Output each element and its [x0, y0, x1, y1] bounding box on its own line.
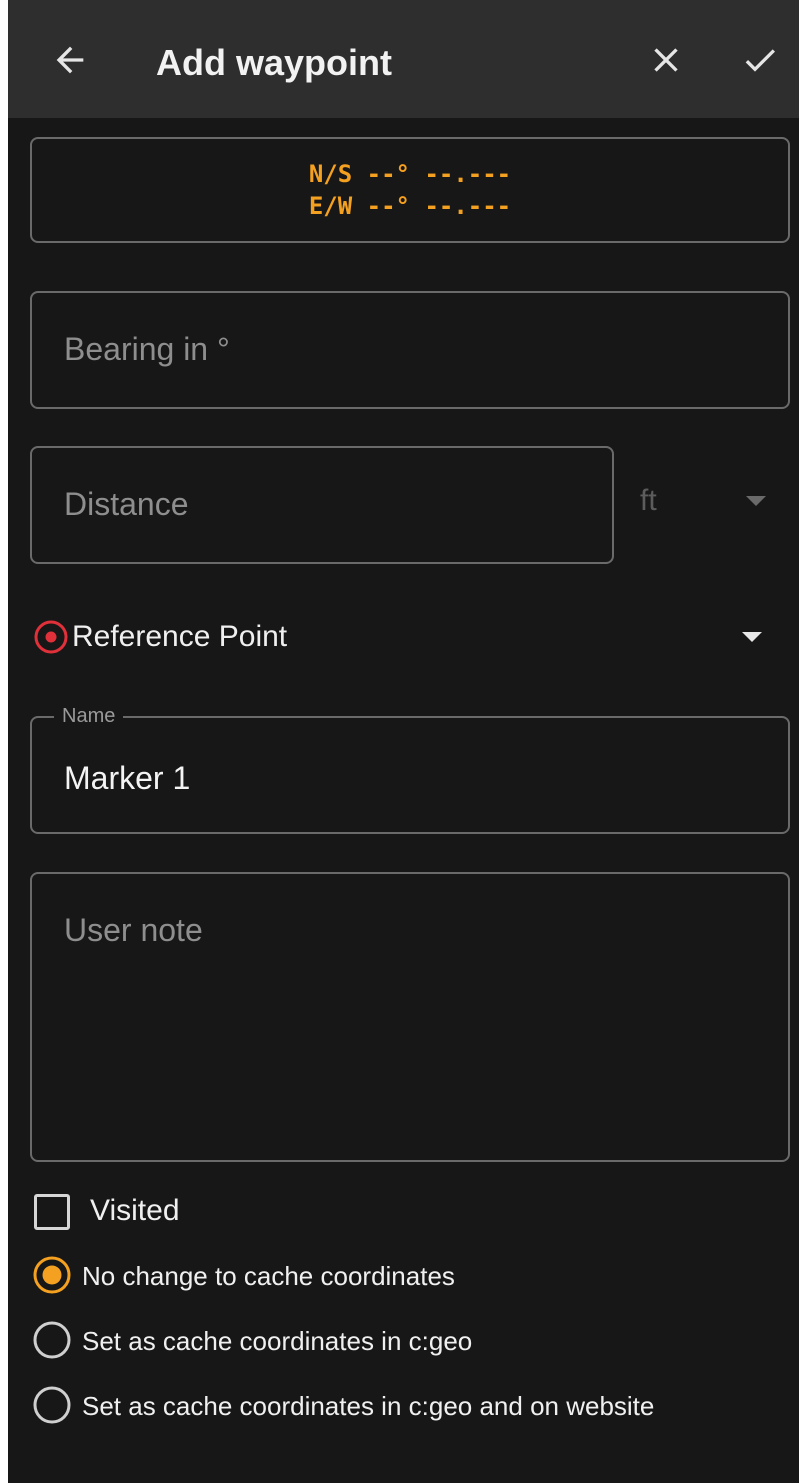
arrow-left-icon[interactable]	[46, 36, 94, 84]
target-icon	[34, 620, 68, 654]
radio-label: Set as cache coordinates in c:geo and on…	[82, 1391, 655, 1421]
reference-point-label: Reference Point	[72, 620, 288, 653]
screen: Add waypoint N/S --° --.--- E/W --° --.-…	[8, 0, 799, 1483]
longitude-value: E/W --° --.---	[308, 192, 512, 220]
check-icon[interactable]	[736, 36, 784, 84]
reference-point-select[interactable]: Reference Point	[32, 612, 772, 662]
radio-unselected-icon[interactable]	[32, 1320, 72, 1360]
name-field[interactable]: Name Marker 1	[30, 704, 790, 834]
user-note-field[interactable]: User note	[30, 872, 790, 1162]
toolbar: Add waypoint	[8, 0, 799, 118]
chevron-down-icon[interactable]	[746, 496, 766, 506]
page-title: Add waypoint	[156, 42, 392, 83]
name-field-value: Marker 1	[64, 760, 191, 796]
name-field-label: Name	[54, 704, 124, 728]
bearing-placeholder: Bearing in °	[64, 331, 230, 367]
distance-placeholder: Distance	[64, 486, 189, 522]
radio-no-change[interactable]: No change to cache coordinates	[30, 1255, 770, 1295]
coordinates-button[interactable]: N/S --° --.--- E/W --° --.---	[30, 137, 790, 243]
radio-label: Set as cache coordinates in c:geo	[82, 1326, 473, 1356]
distance-input[interactable]: Distance	[30, 446, 614, 564]
radio-unselected-icon[interactable]	[32, 1385, 72, 1425]
user-note-placeholder: User note	[64, 912, 203, 948]
visited-label: Visited	[90, 1194, 180, 1227]
distance-unit-select[interactable]: ft	[640, 484, 657, 518]
radio-selected-icon[interactable]	[32, 1255, 72, 1295]
radio-set-cgeo-and-website[interactable]: Set as cache coordinates in c:geo and on…	[30, 1385, 770, 1425]
radio-set-cgeo[interactable]: Set as cache coordinates in c:geo	[30, 1320, 770, 1360]
close-icon[interactable]	[642, 36, 690, 84]
latitude-value: N/S --° --.---	[308, 160, 512, 188]
bearing-input[interactable]: Bearing in °	[30, 291, 790, 409]
chevron-down-icon	[742, 632, 762, 642]
radio-label: No change to cache coordinates	[82, 1261, 455, 1291]
visited-checkbox[interactable]	[34, 1194, 70, 1230]
